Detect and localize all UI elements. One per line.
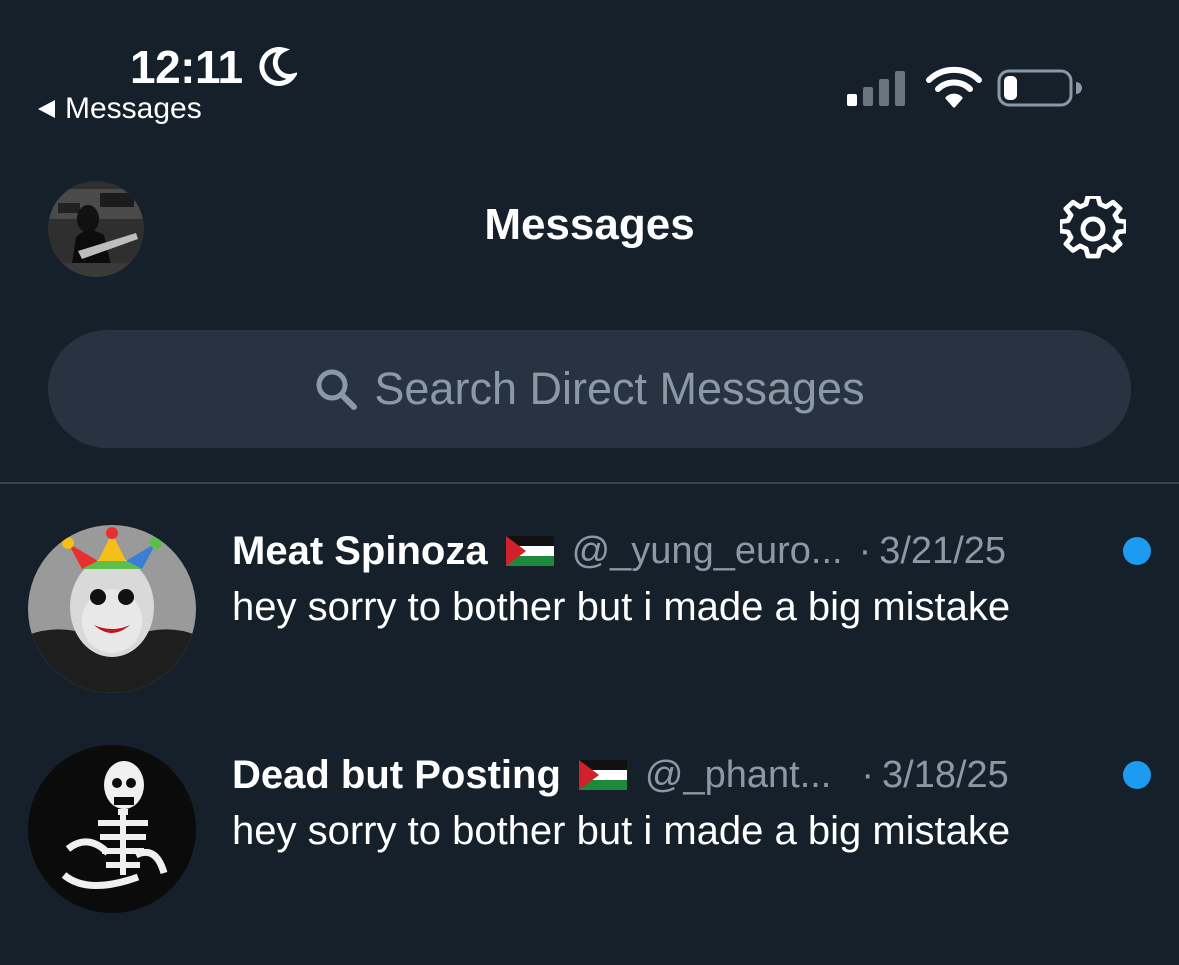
avatar[interactable]	[28, 745, 196, 913]
search-placeholder: Search Direct Messages	[374, 363, 865, 414]
separator-dot: ·	[861, 753, 875, 796]
conversation-date: 3/21/25	[879, 529, 1007, 572]
unread-indicator	[1123, 537, 1151, 565]
header-divider	[0, 482, 1179, 484]
back-to-messages-link[interactable]: Messages	[38, 92, 202, 126]
conversation-name: Meat Spinoza	[232, 528, 488, 573]
page-title: Messages	[484, 200, 695, 249]
conversation-row[interactable]: Dead but Posting @_phant... · 3/18/25 he…	[0, 745, 1179, 939]
gear-icon[interactable]	[1060, 196, 1126, 262]
wifi-icon	[926, 66, 982, 108]
unread-indicator	[1123, 761, 1151, 789]
conversation-handle: @_phant...	[644, 753, 832, 796]
message-preview: hey sorry to bother but i made a big mis…	[232, 585, 1011, 629]
conversation-name: Dead but Posting	[232, 752, 561, 797]
conversation-row[interactable]: Meat Spinoza @_yung_euro... · 3/21/25 he…	[0, 525, 1179, 715]
status-time: 12:11	[130, 41, 243, 93]
search-bar[interactable]: Search Direct Messages	[48, 330, 1131, 448]
palestine-flag-icon	[578, 760, 627, 790]
avatar[interactable]	[28, 525, 196, 693]
separator-dot: ·	[858, 529, 872, 572]
moon-icon	[259, 47, 297, 86]
palestine-flag-icon	[505, 536, 554, 566]
conversation-handle: @_yung_euro...	[571, 529, 843, 572]
cellular-signal-icon	[847, 71, 905, 106]
back-link-label: Messages	[65, 92, 202, 125]
search-icon	[316, 369, 358, 410]
battery-icon	[997, 69, 1082, 107]
conversation-date: 3/18/25	[882, 753, 1009, 796]
message-preview: hey sorry to bother but i made a big mis…	[232, 809, 1011, 853]
back-arrow-icon	[38, 100, 55, 118]
